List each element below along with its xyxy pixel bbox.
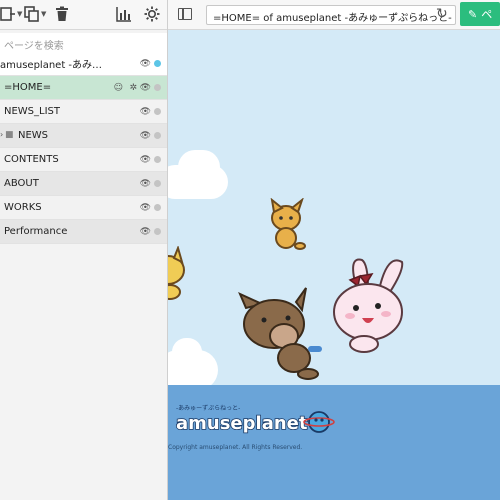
cat-character-edge <box>168 246 185 300</box>
page-row-root[interactable]: amuseplanet -あみゅーずぷら… 👁 <box>0 52 167 76</box>
toggle-sidebar-icon[interactable] <box>178 8 192 20</box>
page-tree-panel: ▼ ▼ ページを検索 amuseplanet -あみゅーずぷら… 👁 =HOME… <box>0 0 168 500</box>
chevron-right-icon[interactable]: › <box>0 130 3 139</box>
address-field[interactable]: =HOME= of amuseplanet -あみゅーずぷらねっと- <box>206 5 456 25</box>
status-dot <box>154 60 161 67</box>
page-row-home[interactable]: =HOME= ☺ ✲ 👁 <box>0 76 167 100</box>
trash-icon <box>56 6 68 21</box>
add-page-button[interactable]: ▼ <box>0 6 22 22</box>
eye-icon[interactable]: 👁 <box>140 155 151 165</box>
delete-page-button[interactable] <box>54 6 70 22</box>
page-label: NEWS_LIST <box>4 106 61 117</box>
edit-button[interactable]: ✎ ペ <box>460 2 500 26</box>
page-label: ABOUT <box>4 178 39 189</box>
sidebar-toolbar: ▼ ▼ <box>0 0 167 30</box>
eye-icon[interactable]: 👁 <box>140 59 151 69</box>
cat-character-small <box>270 198 306 250</box>
page-label: Performance <box>4 226 68 237</box>
page-preview: -あみゅーずぷらねっと- amuseplanet Copyright amuse… <box>168 30 500 500</box>
chevron-down-icon: ▼ <box>41 10 47 18</box>
donkey-character <box>238 287 322 380</box>
page-row-news[interactable]: › ■ NEWS 👁 <box>0 124 167 148</box>
analytics-button[interactable] <box>116 6 132 22</box>
status-dot <box>154 156 161 163</box>
page-label: CONTENTS <box>4 154 59 165</box>
gear-icon <box>144 6 160 22</box>
copy-page-button[interactable]: ▼ <box>24 6 46 22</box>
svg-text:-あみゅーずぷらねっと-: -あみゅーずぷらねっと- <box>176 404 240 412</box>
page-row-contents[interactable]: CONTENTS 👁 <box>0 148 167 172</box>
rabbit-character <box>333 258 404 353</box>
copy-icon <box>24 6 39 22</box>
status-dot <box>154 132 161 139</box>
amuseplanet-logo[interactable]: -あみゅーずぷらねっと- amuseplanet <box>175 402 336 442</box>
reload-icon[interactable]: ↻ <box>436 6 448 22</box>
eye-icon[interactable]: 👁 <box>140 107 151 117</box>
status-dot <box>154 108 161 115</box>
settings-button[interactable] <box>144 6 160 22</box>
svg-text:amuseplanet: amuseplanet <box>176 413 308 434</box>
chevron-down-icon: ▼ <box>17 10 23 18</box>
chart-icon <box>116 7 131 22</box>
pencil-icon: ✎ <box>468 7 478 21</box>
page-label: =HOME= <box>4 82 52 93</box>
status-dot <box>154 180 161 187</box>
page-label: NEWS <box>18 130 49 141</box>
status-dot <box>154 204 161 211</box>
copyright-text: Copyright amuseplanet. All Rights Reserv… <box>168 444 303 451</box>
eye-icon[interactable]: 👁 <box>140 203 151 213</box>
status-dot <box>154 84 161 91</box>
edit-button-label: ペ <box>481 8 493 21</box>
page-row-about[interactable]: ABOUT 👁 <box>0 172 167 196</box>
page-label: amuseplanet -あみゅーずぷら… <box>0 60 108 71</box>
eye-icon[interactable]: 👁 <box>140 83 151 93</box>
folder-icon: ■ <box>5 130 14 140</box>
eye-icon[interactable]: 👁 <box>140 227 151 237</box>
page-row-works[interactable]: WORKS 👁 <box>0 196 167 220</box>
eye-icon[interactable]: 👁 <box>140 179 151 189</box>
page-label: WORKS <box>4 202 42 213</box>
eye-icon[interactable]: 👁 <box>140 131 151 141</box>
page-row-performance[interactable]: Performance 👁 <box>0 220 167 244</box>
page-list: amuseplanet -あみゅーずぷら… 👁 =HOME= ☺ ✲ 👁 NEW… <box>0 52 167 244</box>
preview-topbar: =HOME= of amuseplanet -あみゅーずぷらねっと- ↻ ✎ ペ <box>168 0 500 30</box>
page-row-news-list[interactable]: NEWS_LIST 👁 <box>0 100 167 124</box>
status-dot <box>154 228 161 235</box>
gear-icon[interactable]: ✲ <box>129 83 137 93</box>
face-icon[interactable]: ☺ <box>114 83 123 93</box>
add-page-icon <box>0 7 15 21</box>
